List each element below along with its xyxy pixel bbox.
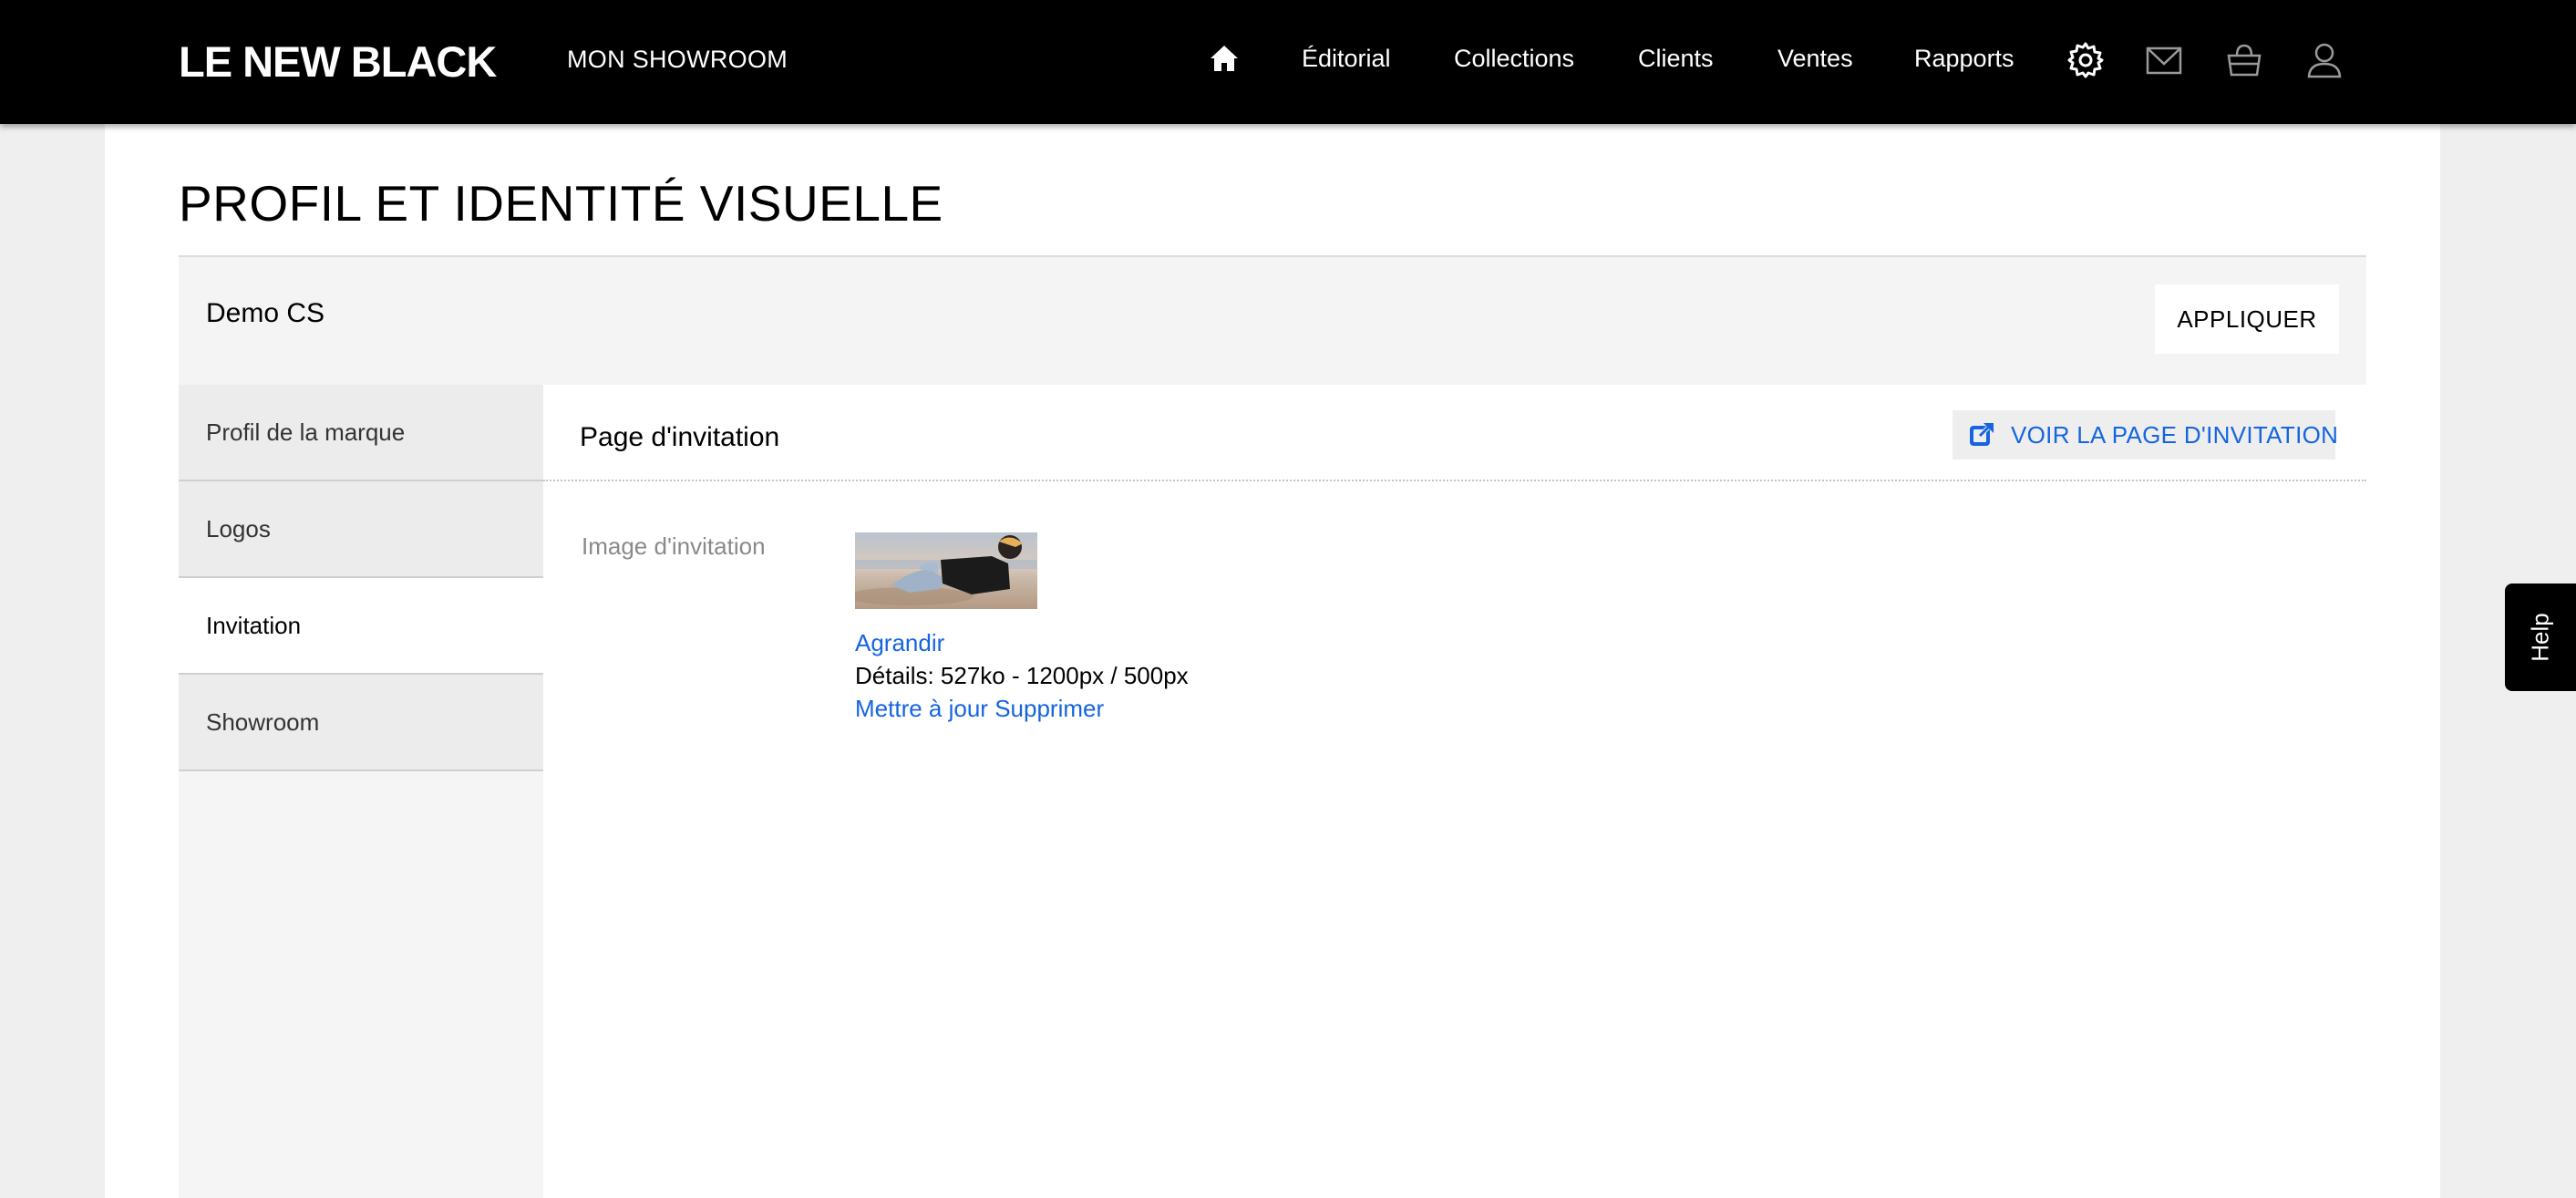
top-navbar: LE NEW BLACK MON SHOWROOM Éditorial Coll… — [0, 0, 2576, 124]
brand-logo[interactable]: LE NEW BLACK — [179, 35, 497, 89]
invitation-thumbnail[interactable] — [855, 532, 1037, 609]
gear-icon[interactable] — [2066, 40, 2106, 80]
home-icon[interactable] — [1209, 44, 1240, 73]
image-details: Détails: 527ko - 1200px / 500px — [855, 662, 1189, 689]
brand-bar: Demo CS APPLIQUER — [179, 257, 2366, 385]
external-link-icon — [1970, 422, 1994, 446]
help-tab[interactable]: Help — [2505, 584, 2576, 691]
nav-editorial[interactable]: Éditorial — [1302, 42, 1391, 75]
apply-button[interactable]: APPLIQUER — [2155, 284, 2339, 354]
sidebar-item-showroom[interactable]: Showroom — [179, 675, 543, 771]
view-invitation-label: VOIR LA PAGE D'INVITATION — [2011, 421, 2339, 449]
sidebar-item-profil[interactable]: Profil de la marque — [179, 385, 543, 481]
sidebar-item-invitation[interactable]: Invitation — [179, 578, 543, 675]
nav-clients[interactable]: Clients — [1638, 42, 1714, 75]
brand-name: Demo CS — [206, 298, 325, 328]
invitation-image-label: Image d'invitation — [582, 532, 766, 560]
panel-divider — [543, 480, 2366, 481]
page-title: PROFIL ET IDENTITÉ VISUELLE — [179, 175, 943, 232]
update-link[interactable]: Mettre à jour — [855, 695, 988, 722]
nav-rapports[interactable]: Rapports — [1914, 42, 2014, 75]
help-label: Help — [2526, 613, 2554, 662]
content-panel: Page d'invitation VOIR LA PAGE D'INVITAT… — [543, 385, 2366, 1198]
basket-icon[interactable] — [2224, 40, 2264, 80]
mail-icon[interactable] — [2144, 40, 2184, 80]
nav-ventes[interactable]: Ventes — [1777, 42, 1853, 75]
delete-link[interactable]: Supprimer — [994, 695, 1104, 722]
app-title[interactable]: MON SHOWROOM — [567, 44, 788, 75]
view-invitation-button[interactable]: VOIR LA PAGE D'INVITATION — [1953, 410, 2339, 460]
user-icon[interactable] — [2304, 40, 2344, 80]
sidebar: Profil de la marque Logos Invitation Sho… — [179, 385, 543, 1198]
enlarge-link[interactable]: Agrandir — [855, 627, 944, 658]
sidebar-item-logos[interactable]: Logos — [179, 481, 543, 578]
panel-title: Page d'invitation — [580, 422, 780, 452]
image-actions: Mettre à jour Supprimer — [855, 693, 1104, 724]
nav-collections[interactable]: Collections — [1454, 42, 1574, 75]
